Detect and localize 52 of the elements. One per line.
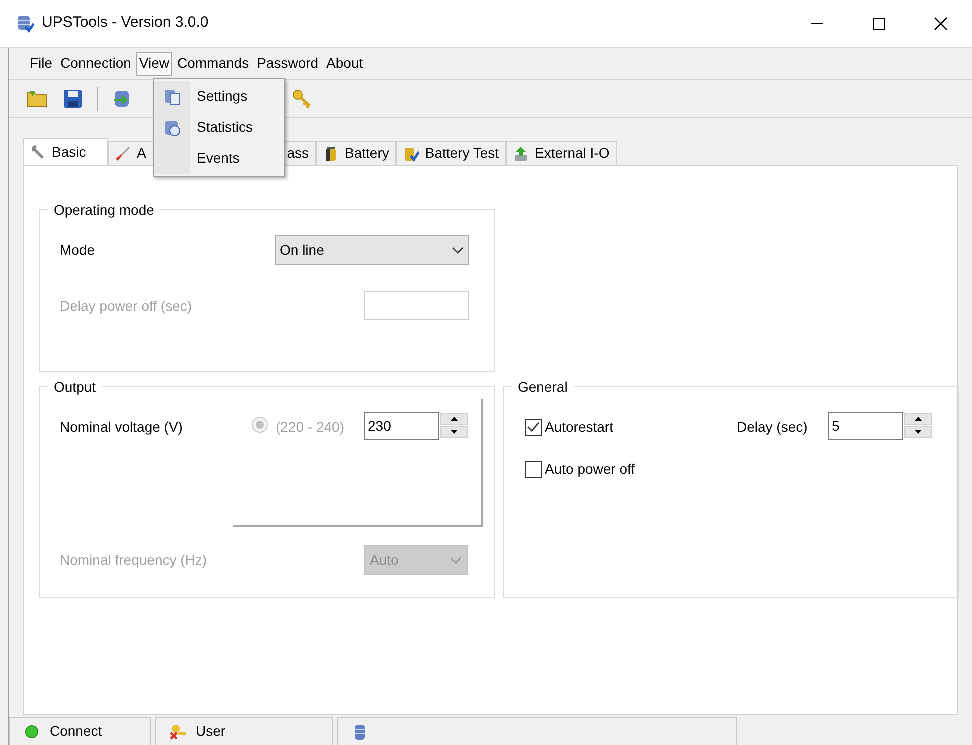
upload-arrow-icon: [513, 146, 530, 162]
wrench-icon: [30, 144, 46, 160]
mode-dropdown[interactable]: On line: [275, 235, 469, 265]
menu-item[interactable]: Password: [254, 52, 322, 76]
field-label: Nominal voltage (V): [60, 418, 183, 437]
delay-field[interactable]: 5: [828, 412, 903, 440]
checkbox[interactable]: Autorestart: [525, 417, 614, 438]
menu-item[interactable]: Statistics: [154, 112, 284, 143]
status-text: Connect: [50, 722, 102, 741]
tab[interactable]: Battery: [316, 141, 396, 166]
menu-item[interactable]: File: [27, 52, 56, 76]
folder-icon: [27, 88, 49, 108]
field-label: Mode: [60, 241, 96, 260]
menu-item[interactable]: View: [136, 52, 172, 76]
battery-icon: [323, 146, 339, 162]
menu-item[interactable]: Connection: [58, 52, 134, 76]
field-label: Delay power off (sec): [60, 297, 192, 316]
menu-item[interactable]: About: [324, 52, 366, 76]
tab[interactable]: Battery Test: [396, 141, 506, 166]
menu-item[interactable]: Settings: [154, 81, 284, 112]
up-arrow-icon: [450, 417, 458, 421]
tab[interactable]: External I-O: [506, 141, 617, 166]
radio-label: (220 - 240): [276, 418, 344, 437]
chevron-down-icon: [450, 556, 462, 564]
voltage-field[interactable]: 230: [364, 412, 439, 440]
window-title: UPSTools - Version 3.0.0: [42, 13, 209, 34]
menu-item[interactable]: Commands: [174, 52, 252, 76]
menu-item[interactable]: Events: [154, 143, 284, 174]
field-label: Delay (sec): [737, 418, 808, 437]
status-led-icon: [24, 724, 40, 740]
status-text: User: [196, 722, 226, 741]
battery-check-icon: [403, 146, 420, 162]
key-icon: [292, 88, 314, 108]
field-label: Nominal frequency (Hz): [60, 551, 208, 570]
down-arrow-icon: [450, 430, 458, 434]
up-arrow-icon: [914, 417, 922, 421]
tab[interactable]: Basic: [23, 138, 108, 166]
screwdriver-icon: [115, 146, 131, 162]
spin-buttons[interactable]: [440, 413, 468, 438]
check-icon: [527, 422, 540, 433]
save-icon: [63, 88, 83, 108]
spin-buttons[interactable]: [904, 413, 932, 438]
app-icon: [16, 14, 34, 32]
document-stack-icon: [164, 88, 180, 104]
close-icon: [934, 16, 948, 30]
chevron-down-icon: [452, 246, 464, 254]
database-clock-icon: [164, 120, 180, 136]
database-icon: [352, 724, 368, 740]
connect-icon: [112, 88, 132, 108]
down-arrow-icon: [914, 430, 922, 434]
checkbox[interactable]: Auto power off: [525, 459, 636, 480]
user-key-icon: [170, 724, 186, 740]
